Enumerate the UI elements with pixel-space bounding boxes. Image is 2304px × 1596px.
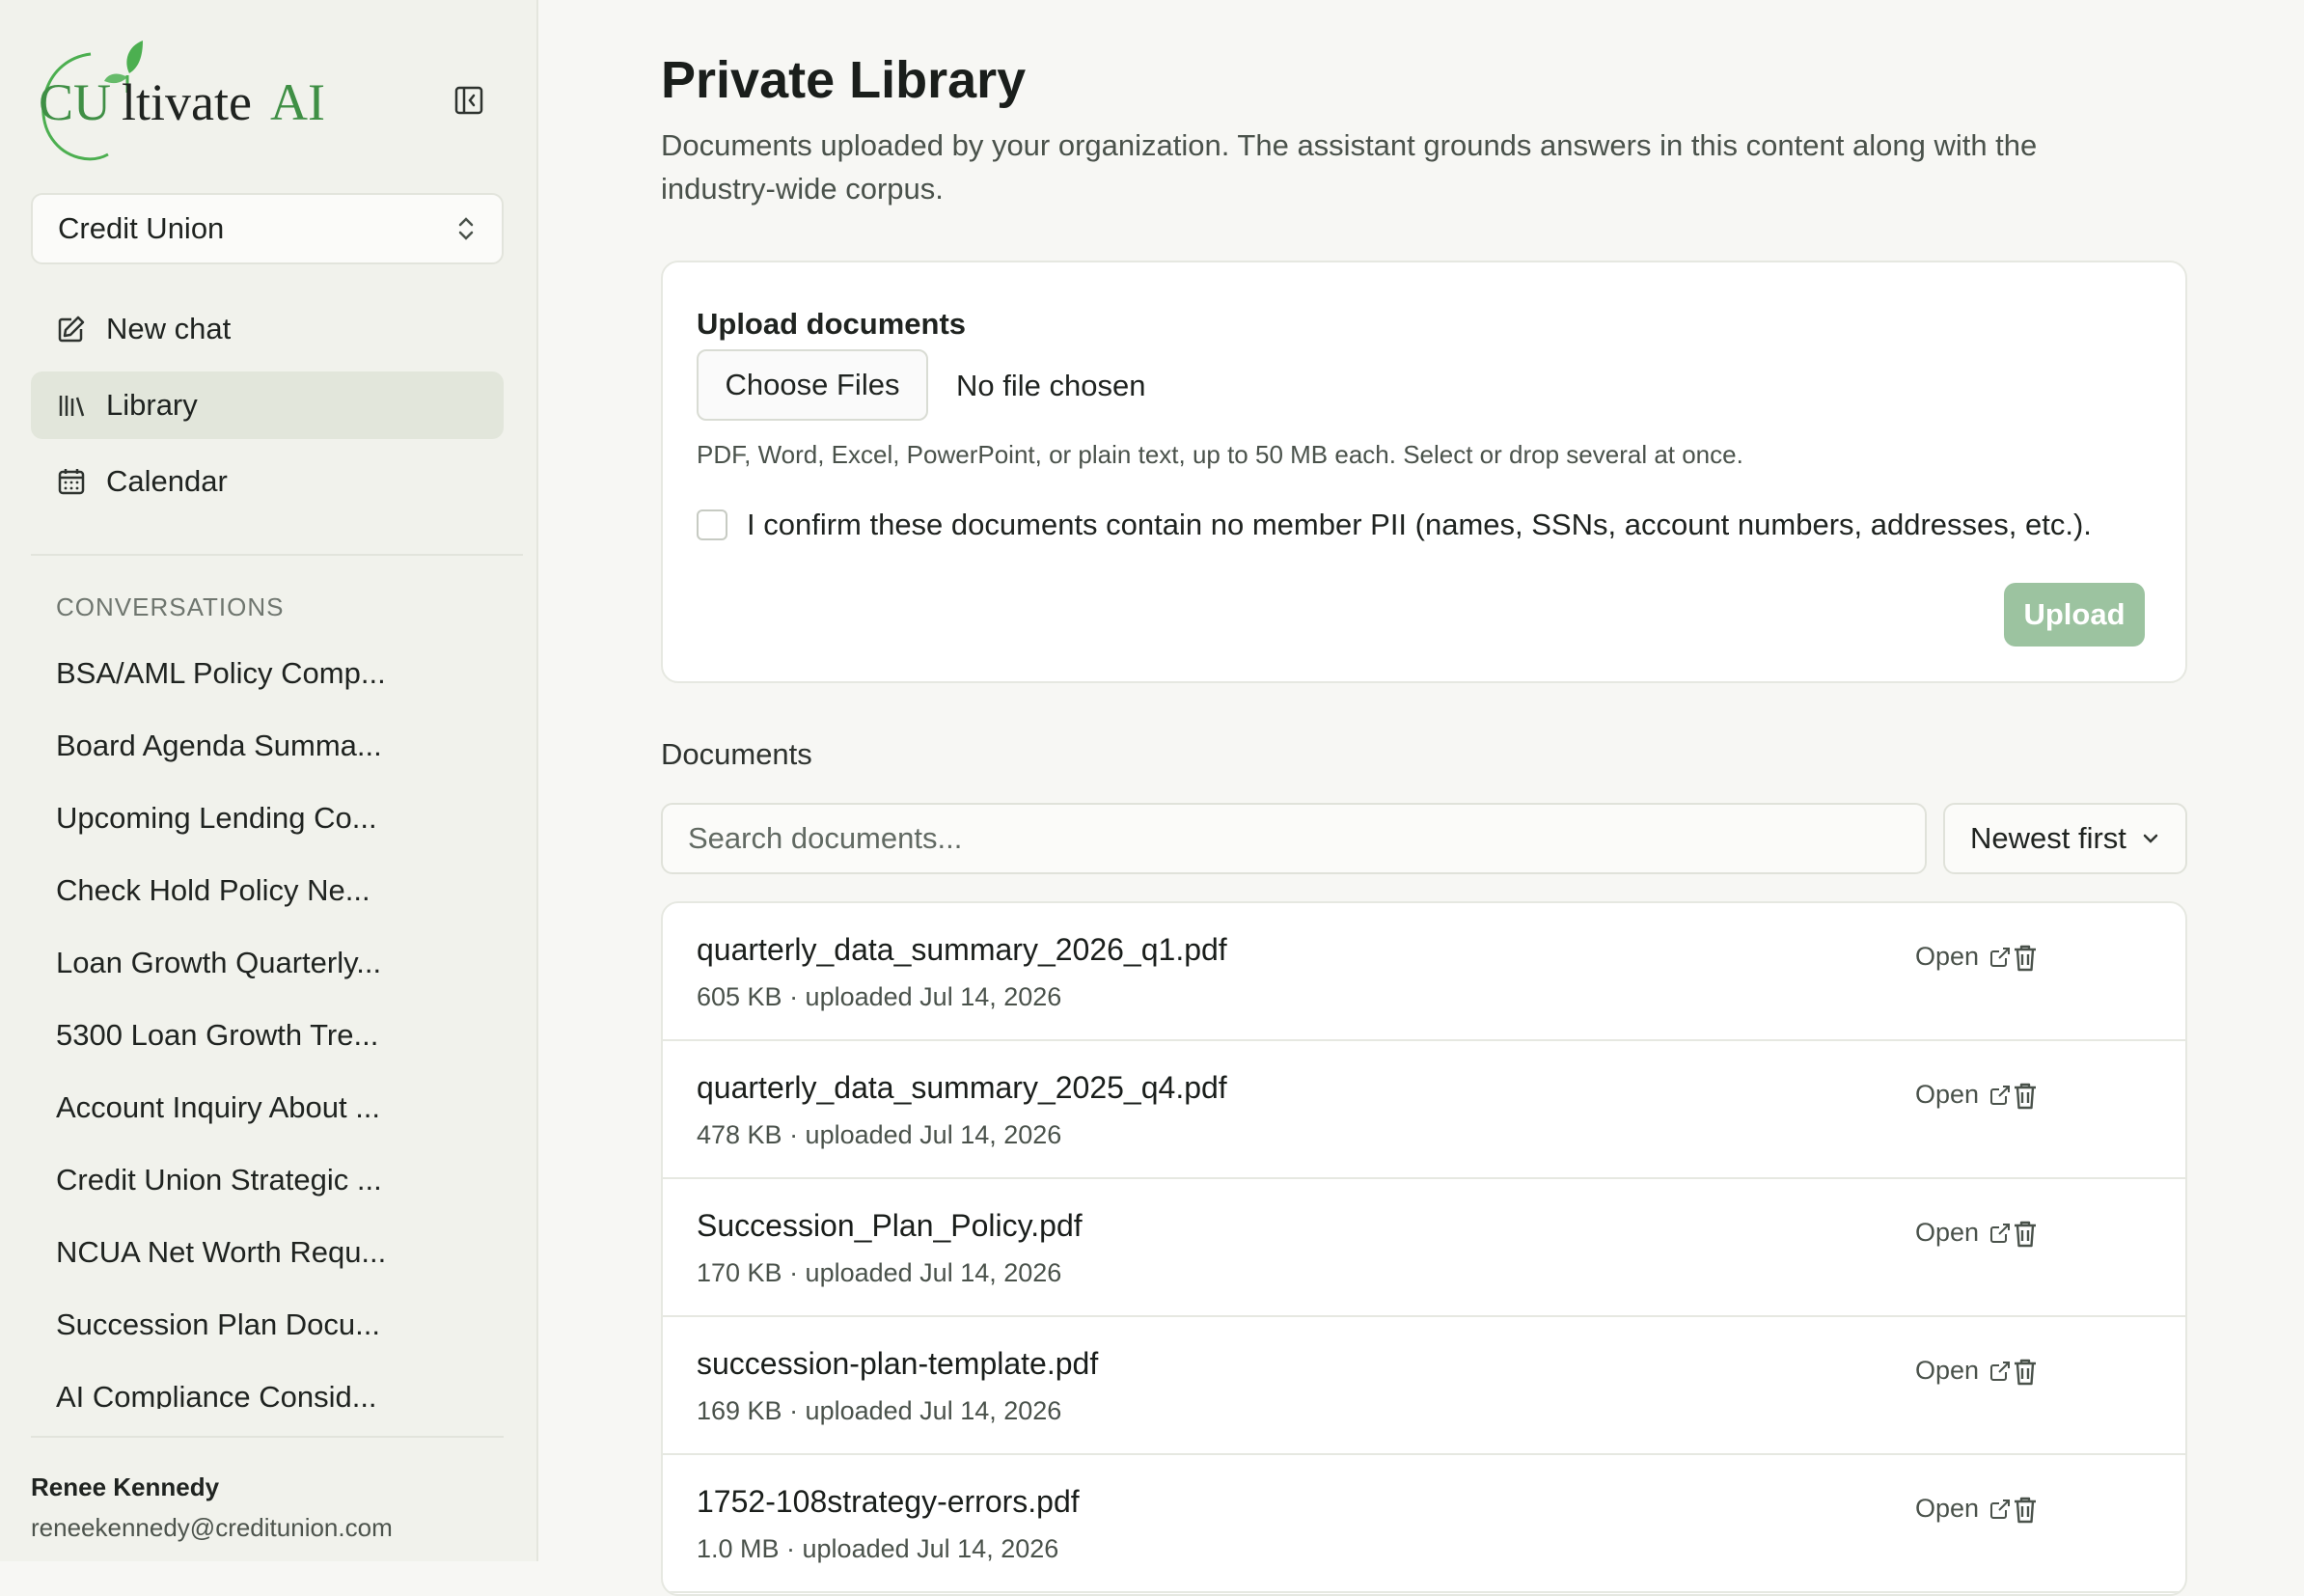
document-meta: 478 KB · uploaded Jul 14, 2026 [697,1120,1062,1149]
cultivateai-logo[interactable]: CU ltivate AI [31,35,340,164]
document-name: quarterly_data_summary_2025_q4.pdf [697,1070,1227,1105]
sidebar-item-label: New chat [106,312,232,345]
document-name: Succession_Plan_Policy.pdf [697,1208,1083,1243]
pii-confirm-checkbox[interactable] [697,509,727,540]
sort-label: Newest first [1970,821,2126,855]
conversation-item[interactable]: Upcoming Lending Co... [56,782,480,854]
user-name[interactable]: Renee Kennedy [31,1472,219,1502]
open-label: Open [1915,1494,1980,1523]
document-name: 1752-108strategy-errors.pdf [697,1484,1080,1519]
document-meta: 169 KB · uploaded Jul 14, 2026 [697,1396,1062,1425]
trash-icon [2015,1497,2036,1524]
conversation-item[interactable]: Account Inquiry About ... [56,1071,480,1143]
svg-text:CU: CU [39,73,111,131]
collapse-sidebar-button[interactable] [452,83,486,118]
open-document-link[interactable]: Open [1915,1356,2012,1386]
open-document-link[interactable]: Open [1915,1494,2012,1524]
svg-text:ltivate: ltivate [122,73,252,131]
document-meta: 170 KB · uploaded Jul 14, 2026 [697,1258,1062,1287]
upload-title: Upload documents [697,307,967,341]
conversation-item[interactable]: Loan Growth Quarterly... [56,926,480,999]
conversation-item[interactable]: Credit Union Strategic ... [56,1143,480,1216]
document-name: succession-plan-template.pdf [697,1346,1099,1381]
delete-document-button[interactable] [2008,1492,2043,1528]
conversation-list: BSA/AML Policy Comp... Board Agenda Summ… [56,637,480,1409]
document-meta: 1.0 MB · uploaded Jul 14, 2026 [697,1534,1059,1563]
open-document-link[interactable]: Open [1915,1218,2012,1248]
svg-text:AI: AI [270,73,325,131]
page-title: Private Library [661,51,1027,109]
logo-mark: CU ltivate AI [39,41,325,161]
delete-document-button[interactable] [2008,1078,2043,1114]
document-row: quarterly_data_summary_2026_q1.pdf 605 K… [663,903,2185,1041]
library-icon [56,389,89,422]
open-document-link[interactable]: Open [1915,1080,2012,1110]
open-document-link[interactable]: Open [1915,942,2012,972]
sidebar-item-library[interactable]: Library [31,371,504,439]
conversation-item[interactable]: 5300 Loan Growth Tre... [56,999,480,1071]
delete-document-button[interactable] [2008,1216,2043,1252]
main-content: Private Library Documents uploaded by yo… [538,0,2304,1596]
delete-document-button[interactable] [2008,1354,2043,1390]
search-documents-input[interactable] [661,803,1927,874]
sidebar-footer-divider [31,1436,504,1438]
document-list: quarterly_data_summary_2026_q1.pdf 605 K… [661,901,2187,1596]
sidebar-collapse-icon [454,86,483,115]
open-label: Open [1915,1218,1980,1247]
calendar-icon [56,465,89,498]
sidebar-item-calendar[interactable]: Calendar [31,448,504,515]
open-label: Open [1915,1356,1980,1385]
workspace-label: Credit Union [58,211,225,245]
choose-files-button[interactable]: Choose Files [697,349,928,421]
sidebar-divider [31,554,523,556]
trash-icon [2015,1083,2036,1110]
chevron-down-icon [2141,829,2160,848]
file-status: No file chosen [956,369,1146,402]
pii-confirm-row: I confirm these documents contain no mem… [697,508,2092,542]
chevron-up-down-icon [455,214,477,243]
sidebar-item-new-chat[interactable]: New chat [31,295,504,363]
upload-button[interactable]: Upload [2004,583,2145,647]
workspace-select[interactable]: Credit Union [31,193,504,264]
document-row: Succession_Plan_Policy.pdf 170 KB · uplo… [663,1179,2185,1317]
conversation-item[interactable]: AI Compliance Consid... [56,1361,480,1409]
document-row: 1752-108strategy-errors.pdf 1.0 MB · upl… [663,1455,2185,1593]
document-meta: 605 KB · uploaded Jul 14, 2026 [697,982,1062,1011]
app-root: CU ltivate AI Credit Union New chat Libr… [0,0,2304,1596]
conversation-item[interactable]: NCUA Net Worth Requ... [56,1216,480,1288]
sidebar-item-label: Library [106,388,198,422]
conversation-item[interactable]: BSA/AML Policy Comp... [56,637,480,709]
open-label: Open [1915,942,1980,971]
upload-card: Upload documents Choose Files No file ch… [661,261,2187,683]
document-row: quarterly_data_summary_2025_q4.pdf 478 K… [663,1041,2185,1179]
sort-select[interactable]: Newest first [1943,803,2187,874]
trash-icon [2015,1359,2036,1386]
page-description: Documents uploaded by your organization.… [661,128,2038,206]
trash-icon [2015,945,2036,972]
user-email: reneekennedy@creditunion.com [31,1513,393,1542]
documents-header: Documents [661,737,812,771]
sidebar-nav: New chat Library Calendar [31,295,504,524]
open-label: Open [1915,1080,1980,1109]
document-name: quarterly_data_summary_2026_q1.pdf [697,932,1227,967]
edit-icon [56,313,89,345]
upload-hint: PDF, Word, Excel, PowerPoint, or plain t… [697,440,1743,469]
conversations-header: CONVERSATIONS [56,592,285,621]
pii-confirm-label[interactable]: I confirm these documents contain no mem… [747,508,2092,542]
document-row: succession-plan-template.pdf 169 KB · up… [663,1317,2185,1455]
conversation-item[interactable]: Succession Plan Docu... [56,1288,480,1361]
conversation-item[interactable]: Check Hold Policy Ne... [56,854,480,926]
conversation-item[interactable]: Board Agenda Summa... [56,709,480,782]
sidebar: CU ltivate AI Credit Union New chat Libr… [0,0,538,1561]
sidebar-item-label: Calendar [106,464,228,498]
delete-document-button[interactable] [2008,940,2043,977]
trash-icon [2015,1221,2036,1248]
